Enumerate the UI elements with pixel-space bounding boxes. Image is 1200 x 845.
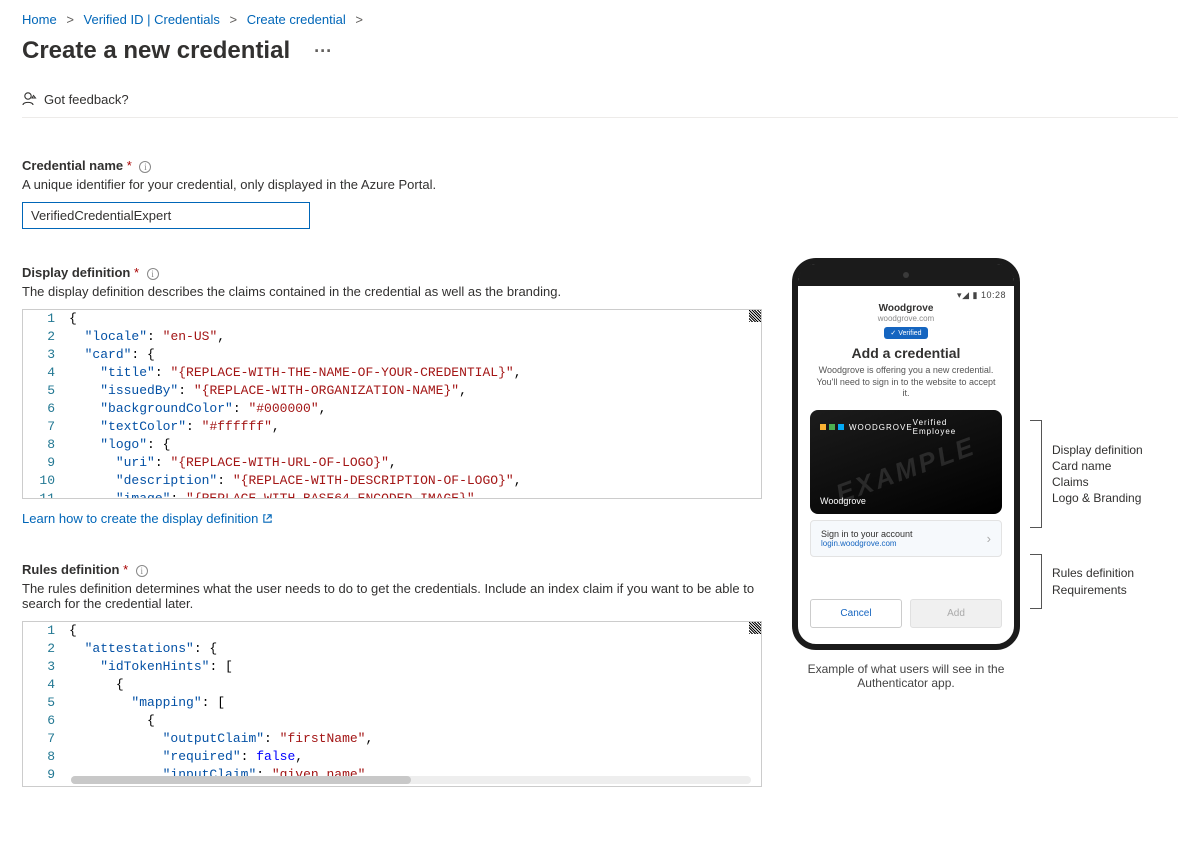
preview-caption: Example of what users will see in the Au… (792, 662, 1020, 690)
external-link-icon (262, 513, 273, 524)
feedback-icon (22, 91, 38, 107)
page-title: Create a new credential ··· (22, 37, 1178, 65)
info-icon[interactable]: i (136, 565, 148, 577)
got-feedback-link[interactable]: Got feedback? (44, 92, 129, 107)
chevron-right-icon: › (987, 531, 991, 546)
phone-preview: ▾◢ ▮ 10:28 Woodgrove woodgrove.com ✓ Ver… (792, 258, 1020, 650)
card-footer: Woodgrove (820, 496, 866, 506)
phone-speaker (798, 264, 1014, 286)
chevron-right-icon: > (355, 12, 363, 27)
verified-badge: ✓ Verified (884, 327, 927, 339)
display-definition-field: Display definition * i The display defin… (22, 265, 762, 526)
credential-name-help: A unique identifier for your credential,… (22, 177, 762, 192)
breadcrumb-create-credential[interactable]: Create credential (247, 12, 346, 27)
credential-card: WOODGROVE Verified Employee Woodgrove EX… (810, 410, 1002, 514)
rules-definition-field: Rules definition * i The rules definitio… (22, 562, 762, 787)
rules-definition-help: The rules definition determines what the… (22, 581, 762, 611)
cancel-button[interactable]: Cancel (810, 599, 902, 628)
display-definition-label: Display definition (22, 265, 130, 280)
breadcrumb: Home > Verified ID | Credentials > Creat… (22, 10, 1178, 33)
sign-in-title: Sign in to your account (821, 529, 913, 539)
breadcrumb-home[interactable]: Home (22, 12, 57, 27)
resize-handle-icon[interactable] (749, 622, 761, 634)
phone-statusbar: ▾◢ ▮ 10:28 (798, 286, 1014, 303)
required-asterisk: * (134, 265, 139, 280)
learn-display-definition-link[interactable]: Learn how to create the display definiti… (22, 511, 273, 526)
resize-handle-icon[interactable] (749, 310, 761, 322)
card-role: Verified Employee (913, 418, 992, 436)
command-bar: Got feedback? (22, 73, 1178, 118)
breadcrumb-verified-id[interactable]: Verified ID | Credentials (84, 12, 220, 27)
rules-definition-label: Rules definition (22, 562, 120, 577)
learn-link-text: Learn how to create the display definiti… (22, 511, 258, 526)
credential-name-field: Credential name * i A unique identifier … (22, 158, 762, 229)
card-issuer-text: WOODGROVE (849, 423, 913, 432)
more-button[interactable]: ··· (314, 41, 332, 62)
info-icon[interactable]: i (147, 268, 159, 280)
card-logo: WOODGROVE (820, 418, 913, 436)
rules-definition-editor[interactable]: 1{2 "attestations": {3 "idTokenHints": [… (22, 621, 762, 787)
horizontal-scrollbar[interactable] (71, 776, 751, 784)
issuer-name: Woodgrove (816, 303, 996, 314)
bracket-icon (1030, 554, 1042, 609)
add-credential-desc: Woodgrove is offering you a new credenti… (816, 365, 996, 400)
display-annotation: Display definition Card name Claims Logo… (1052, 442, 1143, 507)
preview-annotations: Display definition Card name Claims Logo… (1030, 420, 1143, 609)
issuer-domain: woodgrove.com (816, 314, 996, 323)
rules-annotation: Rules definition Requirements (1052, 565, 1134, 597)
page-title-text: Create a new credential (22, 37, 290, 65)
required-asterisk: * (123, 562, 128, 577)
required-asterisk: * (127, 158, 132, 173)
chevron-right-icon: > (230, 12, 238, 27)
chevron-right-icon: > (66, 12, 74, 27)
status-time: 10:28 (981, 290, 1006, 300)
sign-in-row[interactable]: Sign in to your account login.woodgrove.… (810, 520, 1002, 557)
sign-in-domain: login.woodgrove.com (821, 539, 913, 548)
bracket-icon (1030, 420, 1042, 528)
credential-name-input[interactable] (22, 202, 310, 229)
display-definition-help: The display definition describes the cla… (22, 284, 762, 299)
display-definition-editor[interactable]: 1{2 "locale": "en-US",3 "card": {4 "titl… (22, 309, 762, 499)
add-credential-title: Add a credential (816, 345, 996, 361)
info-icon[interactable]: i (139, 161, 151, 173)
credential-name-label: Credential name (22, 158, 123, 173)
signal-icon: ▾◢ ▮ (957, 290, 978, 300)
add-button[interactable]: Add (910, 599, 1002, 628)
